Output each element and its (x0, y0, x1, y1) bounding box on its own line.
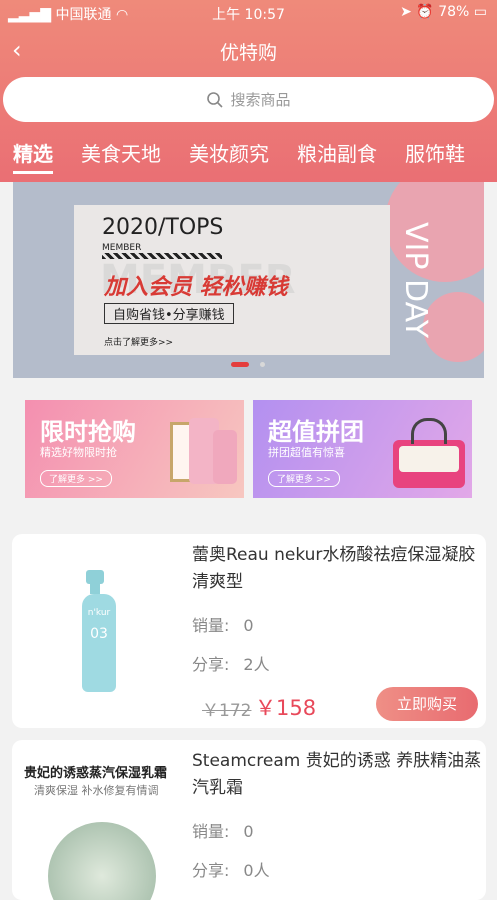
banner-member: MEMBER (102, 243, 142, 253)
handbag-flap (399, 446, 459, 472)
original-price: ￥172 (202, 701, 252, 721)
battery-percent: 78% (438, 4, 470, 20)
banner-side-text: VIP DAY (398, 222, 433, 339)
search-icon (207, 91, 224, 108)
sales-value: 0 (243, 616, 254, 635)
product-image-subtitle: 清爽保湿 补水修复有情调 (34, 784, 159, 797)
tab-food[interactable]: 美食天地 (81, 138, 161, 174)
group-buy-title: 超值拼团 (268, 418, 364, 446)
header: ▂▃▅▇ 中国联通 ◠ 上午 10:57 ➤ ⏰ 78% ▭ ‹ 优特购 搜索商… (0, 0, 497, 182)
product-card[interactable]: 贵妃的诱惑蒸汽保湿乳霜 清爽保湿 补水修复有情调 Steamcream 贵妃的诱… (12, 740, 486, 900)
share-row: 分享: 2人 (192, 651, 270, 675)
category-tabs: 精选 美食天地 美妆颜究 粮油副食 服饰鞋 (0, 138, 497, 174)
bottle-brand: n'kur (87, 608, 111, 618)
search-placeholder: 搜索商品 (230, 91, 291, 109)
handbag-handle (411, 418, 447, 444)
product-image-title: 贵妃的诱惑蒸汽保湿乳霜 (24, 766, 168, 781)
share-row: 分享: 0人 (192, 857, 270, 881)
sales-value: 0 (243, 822, 254, 841)
product-image[interactable]: n'kur 03 (12, 534, 184, 728)
page-title: 优特购 (219, 42, 277, 64)
product-name[interactable]: Steamcream 贵妃的诱惑 养肤精油蒸汽乳霜 (192, 748, 482, 802)
flash-sale-subtitle: 精选好物限时抢 (40, 446, 117, 459)
product-image[interactable]: 贵妃的诱惑蒸汽保湿乳霜 清爽保湿 补水修复有情调 (12, 740, 184, 900)
tab-beauty[interactable]: 美妆颜究 (189, 138, 269, 174)
tab-apparel[interactable]: 服饰鞋 (405, 138, 465, 174)
share-label: 分享: (192, 861, 230, 880)
status-right: ➤ ⏰ 78% ▭ (400, 4, 487, 20)
group-buy-subtitle: 拼团超值有惊喜 (268, 446, 345, 459)
flash-sale-card[interactable]: 限时抢购 精选好物限时抢 了解更多 >> (25, 400, 244, 498)
carousel-dot-active[interactable] (231, 362, 249, 367)
banner-slogan: 自购省钱•分享赚钱 (104, 303, 234, 324)
flash-sale-more[interactable]: 了解更多 >> (40, 470, 112, 487)
banner-cta: 点击了解更多>> (104, 338, 174, 348)
carousel-dot[interactable] (260, 362, 265, 367)
banner-headline: 加入会员 轻松赚钱 (104, 275, 288, 300)
tab-featured[interactable]: 精选 (13, 138, 53, 174)
banner-card: 2020/TOPS MEMBER MEMBER 加入会员 轻松赚钱 自购省钱•分… (74, 205, 390, 355)
sale-price: ￥158 (255, 696, 317, 720)
sales-label: 销量: (192, 616, 230, 635)
bottle-neck (90, 584, 100, 594)
search-input[interactable]: 搜索商品 (3, 77, 494, 122)
tab-grocery[interactable]: 粮油副食 (297, 138, 377, 174)
share-label: 分享: (192, 655, 230, 674)
group-buy-more[interactable]: 了解更多 >> (268, 470, 340, 487)
suitcase-small-image (213, 430, 237, 484)
sales-label: 销量: (192, 822, 230, 841)
flash-sale-title: 限时抢购 (40, 418, 136, 446)
cream-jar-image (48, 822, 156, 900)
banner-year: 2020/TOPS (102, 215, 224, 240)
battery-icon: ▭ (473, 4, 487, 20)
buy-now-button[interactable]: 立即购买 (376, 687, 478, 721)
product-name[interactable]: 蕾奥Reau nekur水杨酸祛痘保湿凝胶 清爽型 (192, 542, 482, 596)
group-buy-card[interactable]: 超值拼团 拼团超值有惊喜 了解更多 >> (253, 400, 472, 498)
sales-row: 销量: 0 (192, 612, 254, 636)
bottle-image: n'kur 03 (82, 594, 116, 692)
alarm-icon: ⏰ (416, 4, 434, 20)
sales-row: 销量: 0 (192, 818, 254, 842)
location-icon: ➤ (400, 4, 412, 20)
share-value: 2人 (243, 655, 270, 674)
share-value: 0人 (243, 861, 270, 880)
product-card[interactable]: n'kur 03 蕾奥Reau nekur水杨酸祛痘保湿凝胶 清爽型 销量: 0 … (12, 534, 486, 728)
bottle-number: 03 (90, 626, 108, 642)
vip-banner[interactable]: VIP DAY 2020/TOPS MEMBER MEMBER 加入会员 轻松赚… (13, 182, 484, 378)
bottle-cap (86, 570, 104, 584)
